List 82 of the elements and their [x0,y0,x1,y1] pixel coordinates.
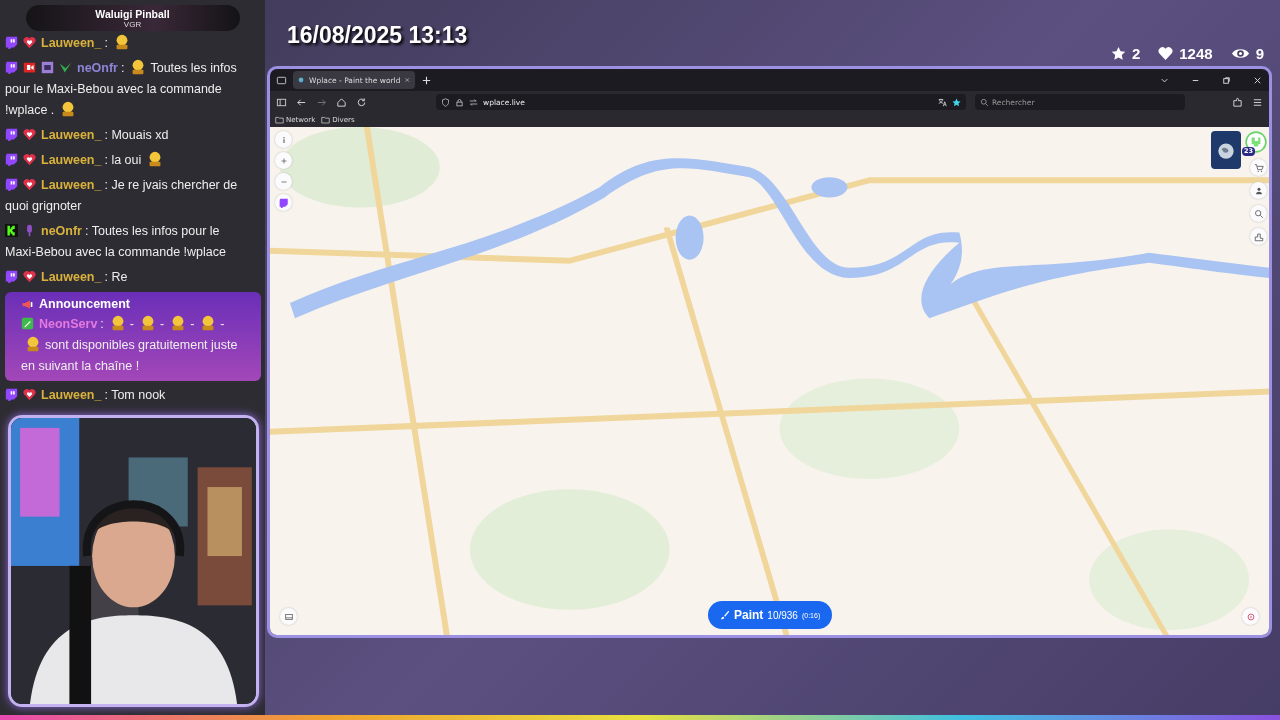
message-text: - [190,317,195,331]
chat-username: Lauween_ [41,178,102,192]
globe-button[interactable] [1211,131,1241,169]
chat-username: Lauween_ [41,153,102,167]
twitch-badge-icon [5,388,18,401]
star-icon [1110,45,1126,61]
heart-badge-icon [23,153,36,166]
message-text: : [121,61,125,75]
shield-icon [441,97,450,107]
chat-username: Lauween_ [41,36,102,50]
message-text: Toutes les infos [150,61,237,75]
tab-list-icon[interactable] [276,74,287,86]
restore-icon[interactable] [1221,74,1232,86]
heart-badge-icon [23,128,36,141]
panel-icon [283,611,294,622]
heart-icon [1158,45,1174,61]
date-time: 16/08/2025 13:13 [287,21,468,49]
twitch-icon [278,197,289,208]
lock-icon [455,97,464,107]
chat-username: neOnfr [77,61,118,75]
stat-count: 1248 [1179,44,1213,62]
message-text: - [220,317,225,331]
bookmark-star-icon[interactable] [952,97,961,107]
camera-badge-icon [23,61,36,74]
podium-icon [1253,231,1264,242]
folder-icon [321,116,331,124]
game-title: Waluigi Pinball [95,7,170,20]
message-text: : Mouais xd [104,128,169,142]
message-text: Maxi-Bebou avec la commande !wplace [5,245,226,259]
chat-username: Lauween_ [41,128,102,142]
chat-username: Lauween_ [41,388,102,402]
chat-username: Lauween_ [41,270,102,284]
menu-icon[interactable] [1252,96,1263,108]
chat-username: NeonServ [39,317,98,331]
cart-icon [1253,162,1264,173]
game-subtitle: VGR [123,19,142,29]
message-text: : la oui [104,153,142,167]
message-text: - [160,317,165,331]
heart-badge-icon [23,178,36,191]
twitch-badge-icon [5,153,18,166]
close-tab-icon[interactable] [405,77,410,83]
new-tab-icon[interactable] [421,74,432,86]
reload-icon[interactable] [356,96,367,108]
stat-count: 9 [1255,44,1264,62]
heart-badge-icon [23,36,36,49]
message-text: sont disponibles gratuitement juste [45,338,238,352]
sword-badge-icon [21,317,34,330]
sidebar-icon[interactable] [276,96,287,108]
search-icon [980,97,989,107]
message-text: : Tom nook [104,388,166,402]
avatar-icon [1245,131,1267,153]
message-text: pour le Maxi-Bebou avec la commande [5,82,222,96]
stat-count: 2 [1131,44,1141,62]
person-icon [1253,185,1264,196]
message-text: !wplace . [5,103,55,117]
twitch-badge-icon [5,178,18,191]
message-text: : Toutes les infos pour le [85,224,220,238]
twitch-badge-icon [5,128,18,141]
home-icon[interactable] [336,96,347,108]
twitch-badge-icon [5,36,18,49]
translate-icon[interactable] [938,97,947,107]
twitch-badge-icon [5,270,18,283]
message-text: : [104,36,108,50]
announcement-heading: Announcement [39,296,130,313]
permissions-icon [469,97,478,107]
target-icon [1245,611,1256,622]
message-text: en suivant la chaîne ! [21,359,140,373]
message-text: : Je re jvais chercher de [104,178,238,192]
message-text: : Re [104,270,128,284]
search-icon [1253,208,1264,219]
folder-icon [275,116,284,124]
brush-icon [720,610,730,620]
chat-username: neOnfr [41,224,82,238]
kick-badge-icon [5,224,18,237]
message-text: quoi grignoter [5,199,82,213]
heart-badge-icon [23,270,36,283]
message-text: : [100,317,104,331]
globe-favicon-icon [298,76,305,84]
heart-badge-icon [23,388,36,401]
message-text: - [129,317,134,331]
extensions-icon[interactable] [1232,96,1243,108]
twitch-badge-icon [5,61,18,74]
